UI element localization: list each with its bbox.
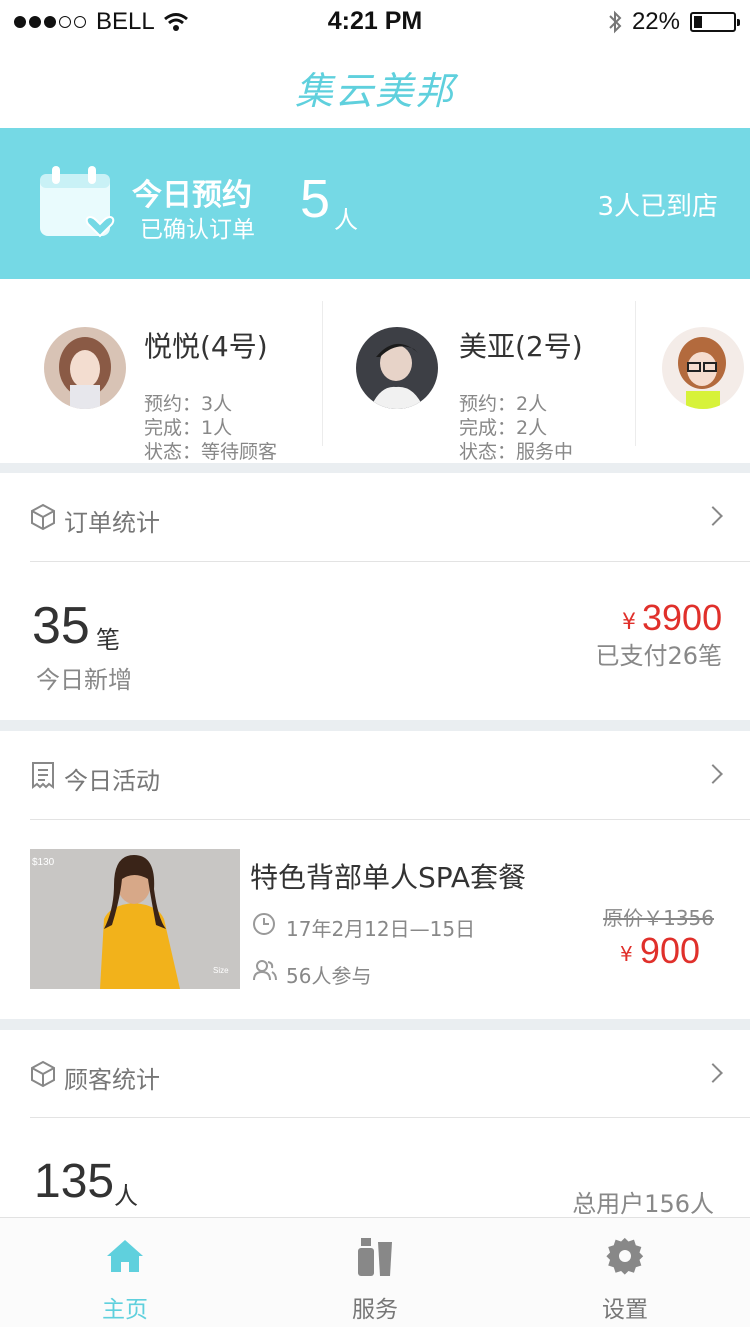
sale-price: 900 [639,930,700,971]
divider [30,819,750,820]
section-gap [0,463,750,473]
tab-settings[interactable]: 设置 [500,1218,750,1327]
tab-label: 主页 [102,1297,148,1323]
staff-name: 美亚(2号) [459,330,583,363]
appointment-count: 5 [300,169,331,229]
activity-title[interactable]: 特色背部单人SPA套餐 [250,856,526,896]
clock-icon [253,913,275,935]
activity-participants: 56人参与 [286,964,372,988]
package-icon [31,1060,55,1088]
staff-done: 完成：2人 [459,417,548,439]
activity-date: 17年2月12日—15日 [286,917,476,941]
currency-symbol: ¥ [622,610,636,635]
app-logo: 集云美邦 [294,69,455,113]
divider [30,561,750,562]
chevron-right-icon [703,506,723,526]
today-appointments-banner[interactable]: 今日预约 已确认订单 5 人 3人已到店 [0,128,750,279]
banner-subtitle: 已确认订单 [140,217,255,243]
chevron-right-icon [703,764,723,784]
avatar [44,327,126,409]
image-price-tag: $130 [32,857,55,868]
order-count-caption: 今日新增 [36,666,132,694]
tab-label: 服务 [352,1297,398,1323]
staff-done: 完成：1人 [144,417,233,439]
status-bar: BELL 4:21 PM 22% [0,0,750,42]
staff-booked: 预约：3人 [144,393,233,415]
section-title: 今日活动 [64,767,160,795]
tab-services[interactable]: 服务 [250,1218,500,1327]
package-icon [31,503,55,531]
staff-status: 状态：等待顾客 [144,441,278,463]
status-right: 22% [608,8,740,36]
activity-image[interactable]: $130 Size [30,849,240,989]
bluetooth-icon [609,10,622,34]
customer-count: 135 [34,1155,115,1208]
order-amount: 3900 [642,597,723,638]
staff-list[interactable]: 悦悦(4号) 预约：3人 完成：1人 状态：等待顾客 美亚(2号) 预约：2人 … [0,279,750,463]
section-title: 顾客统计 [64,1066,160,1094]
calendar-heart-icon [40,166,115,238]
staff-name: 悦悦(4号) [144,330,268,363]
staff-card[interactable]: 美亚(2号) 预约：2人 完成：2人 状态：服务中 [323,301,635,463]
tab-bar: 主页 服务 设置 [0,1217,750,1327]
staff-card[interactable] [636,301,750,446]
products-icon [358,1238,392,1276]
divider [30,1117,750,1118]
section-gap [0,1019,750,1030]
paid-orders: 已支付26笔 [595,642,722,670]
order-count: 35 [32,597,90,655]
tab-label: 设置 [602,1297,648,1323]
order-stats-header[interactable]: 订单统计 [0,473,750,561]
battery-icon [690,12,740,32]
appointment-count-unit: 人 [334,206,358,234]
gear-icon [606,1237,644,1275]
avatar [356,327,438,409]
original-price: 原价￥1356 [603,906,714,930]
currency-symbol: ¥ [620,942,633,966]
chevron-right-icon [703,1063,723,1083]
total-users: 总用户156人 [572,1190,714,1218]
document-icon [32,762,54,789]
section-title: 订单统计 [64,509,160,537]
staff-card[interactable]: 悦悦(4号) 预约：3人 完成：1人 状态：等待顾客 [0,301,322,463]
activity-header[interactable]: 今日活动 [0,731,750,819]
people-icon [253,960,277,981]
home-icon [107,1240,143,1272]
image-size-tag: Size [213,966,229,975]
battery-level [694,16,702,28]
battery-percent: 22% [631,8,680,35]
banner-title: 今日预约 [132,178,252,213]
arrived-count: 3人已到店 [597,192,718,222]
tab-home[interactable]: 主页 [0,1218,250,1327]
staff-booked: 预约：2人 [459,393,548,415]
customer-count-unit: 人 [114,1182,138,1210]
customer-stats-header[interactable]: 顾客统计 [0,1030,750,1118]
staff-status: 状态：服务中 [459,441,574,463]
section-gap [0,720,750,731]
order-count-unit: 笔 [96,626,120,654]
avatar [662,327,744,409]
nav-bar: 集云美邦 [0,42,750,128]
